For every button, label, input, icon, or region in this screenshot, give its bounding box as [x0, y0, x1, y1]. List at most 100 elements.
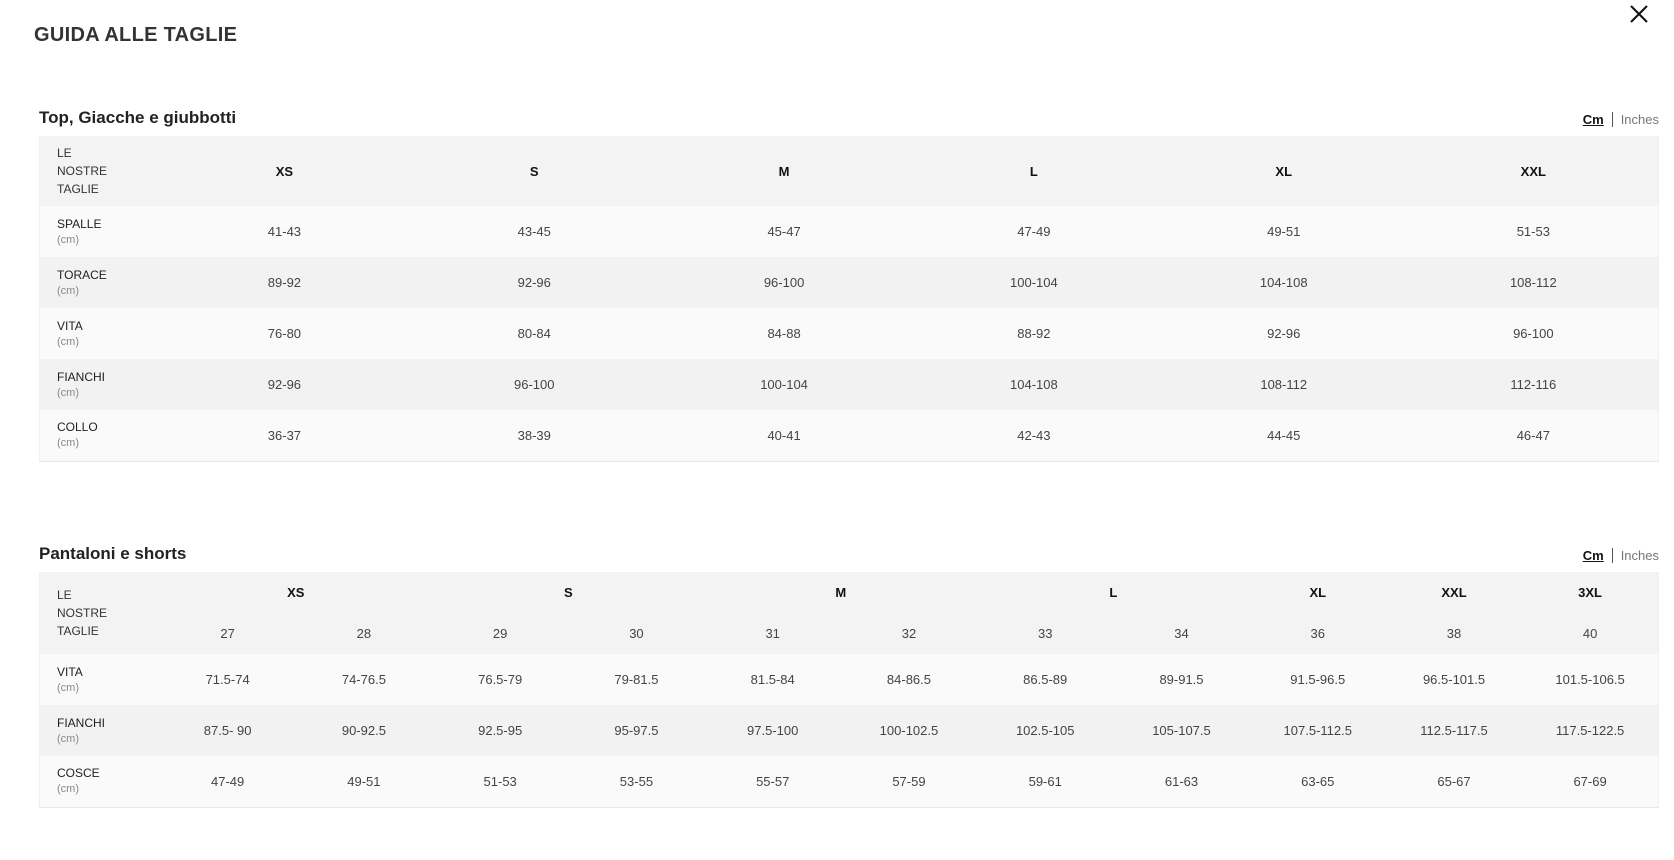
table-cell: 102.5-105	[1015, 723, 1075, 738]
measurement-label: SPALLE (cm)	[40, 206, 160, 257]
measurement-unit: (cm)	[57, 681, 79, 694]
table-row: FIANCHI (cm) 87.5- 90 90-92.5 92.5-95 95-97.5…	[39, 705, 1659, 756]
pants-unit-toggle: Cm Inches	[1583, 548, 1659, 563]
table-cell: 53-55	[568, 756, 705, 808]
table-cell: 49-51	[1267, 224, 1301, 239]
table-cell: 88-92	[1017, 326, 1051, 341]
close-button[interactable]	[1626, 2, 1652, 28]
table-row: VITA (cm) 76-80 80-84 84-88 88-92 92-96 96-100	[39, 308, 1659, 359]
pants-waist-size: 31	[765, 625, 780, 641]
table-cell: 43-45	[517, 224, 551, 239]
unit-separator	[1611, 548, 1613, 563]
table-cell: 46-47	[1408, 410, 1659, 462]
tops-size-header: XS	[275, 163, 294, 179]
table-row: FIANCHI (cm) 92-96 96-100 100-104 104-108 108-…	[39, 359, 1659, 410]
table-cell: 74-76.5	[341, 672, 386, 687]
table-cell: 112-116	[1510, 377, 1557, 392]
measurement-name: SPALLE	[57, 216, 102, 231]
pants-waist-size: 32	[901, 625, 917, 641]
table-cell: 44-45	[1158, 410, 1409, 462]
table-row: COLLO (cm) 36-37 38-39 40-41 42-43 44-45 46-47	[39, 410, 1659, 462]
table-cell: 97.5-100	[747, 723, 799, 738]
pants-unit-cm[interactable]: Cm	[1583, 548, 1604, 563]
tops-unit-toggle: Cm Inches	[1583, 112, 1659, 127]
table-cell: 84-86.5	[886, 672, 931, 687]
pants-size-header: M	[835, 584, 847, 600]
table-cell: 84-88	[767, 326, 801, 341]
measurement-unit: (cm)	[57, 386, 79, 399]
table-cell: 65-67	[1385, 756, 1523, 808]
measurement-name: VITA	[57, 318, 83, 333]
pants-size-header: XS	[287, 584, 305, 600]
table-cell: 81.5-84	[750, 672, 795, 687]
table-cell: 76-80	[267, 326, 302, 341]
table-cell: 107.5-112.5	[1283, 723, 1352, 738]
table-row: COSCE (cm) 47-49 49-51 51-53 53-55 55-57 57-59 5…	[39, 756, 1659, 808]
table-row: VITA (cm) 71.5-74 74-76.5 76.5-79 79-81.5 81.5…	[39, 654, 1659, 705]
pants-header-label: LE NOSTRE TAGLIE	[40, 572, 160, 654]
table-cell: 38-39	[409, 410, 660, 462]
table-cell: 41-43	[267, 224, 302, 239]
tops-unit-cm[interactable]: Cm	[1583, 112, 1604, 127]
table-cell: 57-59	[840, 756, 978, 808]
pants-size-header: S	[563, 584, 573, 600]
header-label-line: TAGLIE	[57, 624, 99, 638]
tops-size-header: M	[778, 163, 790, 179]
table-cell: 47-49	[1017, 224, 1051, 239]
measurement-name: COSCE	[57, 766, 100, 781]
tops-section: Top, Giacche e giubbotti Cm Inches LE NO…	[39, 106, 1659, 462]
table-row: SPALLE (cm) 41-43 43-45 45-47 47-49 49-51 51-53	[39, 206, 1659, 257]
table-cell: 42-43	[908, 410, 1159, 462]
measurement-label: TORACE (cm)	[40, 257, 160, 308]
size-guide-modal: GUIDA ALLE TAGLIE Top, Giacche e giubbot…	[0, 0, 1674, 860]
page-title: GUIDA ALLE TAGLIE	[34, 24, 238, 46]
pants-waist-size: 38	[1446, 625, 1462, 641]
pants-header-row-waist: 27 28 29 30 31 32 33 34 36 38 40	[39, 612, 1659, 654]
pants-unit-inches[interactable]: Inches	[1621, 548, 1659, 563]
table-cell: 101.5-106.5	[1555, 672, 1625, 687]
tops-size-table: LE NOSTRE TAGLIE XS S M L XL XXL SPALLE (…	[39, 136, 1659, 462]
table-cell: 63-65	[1249, 756, 1386, 808]
tops-size-header: L	[1029, 163, 1038, 179]
measurement-label: COSCE (cm)	[39, 756, 160, 808]
measurement-name: FIANCHI	[57, 369, 105, 384]
measurement-unit: (cm)	[57, 335, 79, 348]
table-cell: 49-51	[295, 756, 433, 808]
table-cell: 67-69	[1522, 756, 1659, 808]
pants-header-row-sizes: LE NOSTRE TAGLIE XS S M L XL XXL 3XL	[39, 572, 1659, 638]
pants-section: Pantaloni e shorts Cm Inches LE NOSTRE TAG…	[39, 542, 1659, 808]
tops-header-row: LE NOSTRE TAGLIE XS S M L XL XXL	[39, 136, 1659, 206]
pants-table-body: VITA (cm) 71.5-74 74-76.5 76.5-79 79-81.5 81.5…	[39, 654, 1659, 808]
pants-waist-size: 27	[220, 625, 235, 641]
pants-size-header: 3XL	[1578, 584, 1602, 600]
table-cell: 86.5-89	[1023, 672, 1068, 687]
unit-separator	[1611, 112, 1613, 127]
pants-waist-size: 30	[629, 625, 644, 641]
tops-table-body: SPALLE (cm) 41-43 43-45 45-47 47-49 49-51 51-53…	[39, 206, 1659, 462]
table-cell: 108-112	[1509, 275, 1557, 290]
measurement-unit: (cm)	[57, 233, 79, 246]
table-cell: 89-91.5	[1159, 672, 1204, 687]
measurement-name: TORACE	[57, 267, 107, 282]
table-cell: 47-49	[159, 756, 296, 808]
table-cell: 91.5-96.5	[1290, 672, 1346, 687]
pants-waist-size: 28	[356, 625, 372, 641]
pants-size-header: L	[1109, 584, 1118, 600]
tops-unit-inches[interactable]: Inches	[1621, 112, 1659, 127]
table-cell: 59-61	[977, 756, 1114, 808]
table-row: TORACE (cm) 89-92 92-96 96-100 100-104 104-108…	[39, 257, 1659, 308]
tops-header-label: LE NOSTRE TAGLIE	[40, 136, 160, 206]
table-cell: 45-47	[767, 224, 801, 239]
measurement-unit: (cm)	[57, 732, 79, 745]
table-cell: 96-100	[763, 275, 805, 290]
table-cell: 105-107.5	[1152, 723, 1211, 738]
table-cell: 40-41	[659, 410, 909, 462]
header-label-line: TAGLIE	[57, 182, 99, 196]
table-cell: 55-57	[704, 756, 841, 808]
table-cell: 100-104	[1010, 275, 1058, 290]
pants-size-header: XL	[1309, 584, 1327, 600]
measurement-name: VITA	[57, 664, 83, 679]
table-cell: 96-100	[1513, 326, 1554, 341]
measurement-label: COLLO (cm)	[39, 410, 160, 462]
measurement-name: FIANCHI	[57, 715, 105, 730]
